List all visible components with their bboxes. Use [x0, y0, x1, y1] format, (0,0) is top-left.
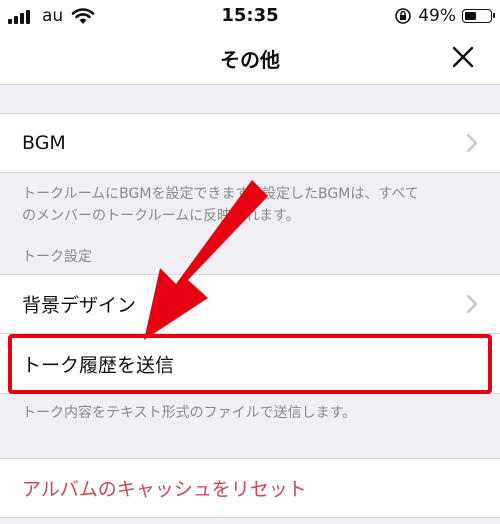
- send-history-description: トーク内容をテキスト形式のファイルで送信します。: [22, 405, 357, 421]
- status-bar: au 15:35 49%: [0, 0, 500, 34]
- bgm-description-line-1: トークルームにBGMを設定できます。設定したBGMは、すべて: [22, 186, 419, 202]
- bgm-description-line-2: のメンバーのトークルームに反映されます。: [22, 208, 300, 224]
- orientation-lock-icon: [395, 8, 412, 24]
- chevron-right-icon: [466, 294, 478, 314]
- page-title: その他: [220, 48, 280, 72]
- bgm-description: トークルームにBGMを設定できます。設定したBGMは、すべて のメンバーのトーク…: [22, 183, 482, 227]
- battery-percent: 49%: [418, 6, 456, 26]
- send-history-row[interactable]: トーク履歴を送信: [0, 334, 500, 394]
- reset-cache-label: アルバムのキャッシュをリセット: [22, 478, 307, 501]
- send-history-label: トーク履歴を送信: [22, 354, 175, 376]
- nav-bar: その他: [0, 34, 500, 85]
- background-design-label: 背景デザイン: [22, 294, 137, 317]
- close-icon[interactable]: [450, 44, 476, 70]
- status-right: 49%: [394, 6, 495, 26]
- bgm-row[interactable]: BGM: [0, 113, 500, 173]
- battery-fill: [465, 12, 476, 20]
- background-design-row[interactable]: 背景デザイン: [0, 274, 500, 334]
- reset-cache-row[interactable]: アルバムのキャッシュをリセット: [0, 458, 500, 518]
- battery-icon: [462, 9, 495, 23]
- chevron-right-icon: [466, 133, 478, 153]
- bgm-label: BGM: [22, 132, 66, 154]
- section-header-talk-settings: トーク設定: [22, 249, 92, 265]
